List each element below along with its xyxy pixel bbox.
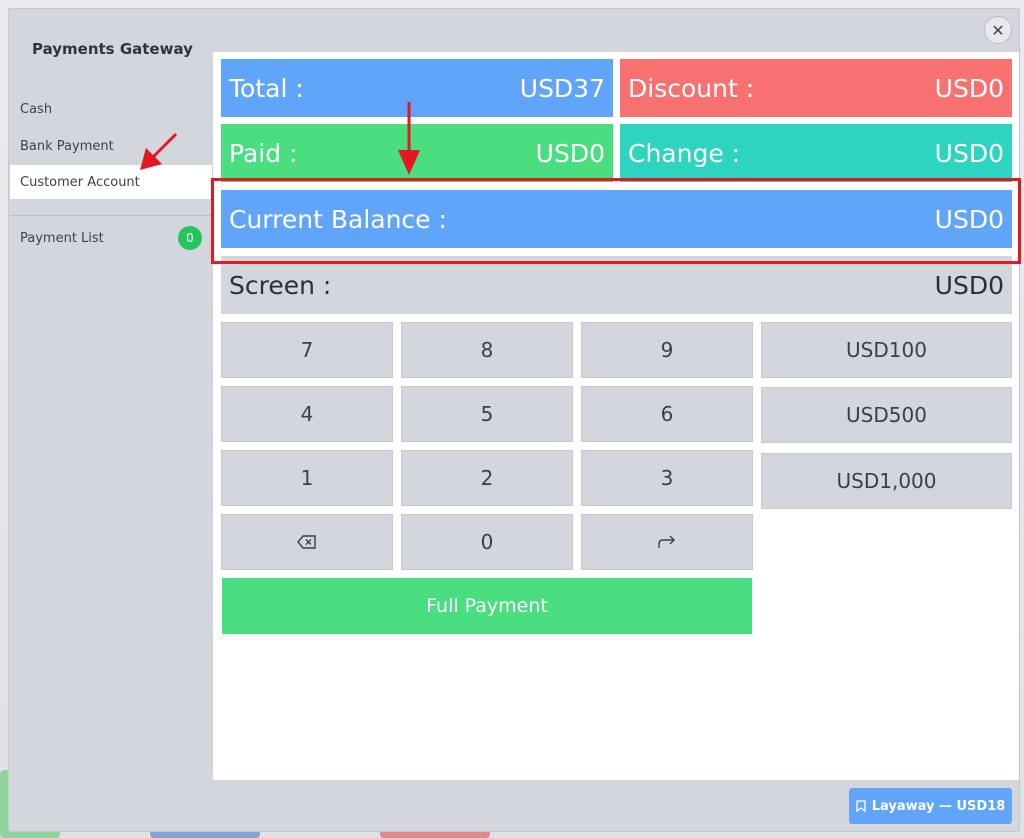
layaway-button[interactable]: Layaway — USD18 — [849, 788, 1012, 824]
screen-display: Screen : USD0 — [221, 256, 1012, 314]
close-icon: ✕ — [991, 20, 1005, 40]
discount-tile[interactable]: Discount : USD0 — [620, 59, 1012, 117]
sidebar-item-bank-payment[interactable]: Bank Payment — [10, 129, 212, 163]
screen-label: Screen : — [229, 270, 332, 300]
bookmark-icon — [856, 800, 866, 812]
backspace-key[interactable] — [221, 514, 393, 570]
key-2[interactable]: 2 — [401, 450, 573, 506]
key-3[interactable]: 3 — [581, 450, 753, 506]
paid-tile: Paid : USD0 — [221, 124, 613, 182]
close-button[interactable]: ✕ — [984, 16, 1012, 44]
key-5[interactable]: 5 — [401, 386, 573, 442]
full-payment-button[interactable]: Full Payment — [222, 578, 752, 634]
change-value: USD0 — [934, 138, 1004, 168]
sidebar-item-label: Customer Account — [20, 174, 140, 190]
discount-label: Discount : — [628, 73, 755, 103]
redo-arrow-icon — [658, 535, 675, 548]
current-balance-label: Current Balance : — [229, 204, 447, 234]
current-balance-value: USD0 — [934, 204, 1004, 234]
key-9[interactable]: 9 — [581, 322, 753, 378]
enter-key[interactable] — [581, 514, 753, 570]
screen-value: USD0 — [934, 270, 1004, 300]
sidebar-item-label: Payment List — [20, 230, 104, 246]
key-7[interactable]: 7 — [221, 322, 393, 378]
sidebar-item-label: Cash — [20, 101, 53, 117]
sidebar-divider — [10, 215, 212, 216]
paid-value: USD0 — [535, 138, 605, 168]
preset-usd100-button[interactable]: USD100 — [761, 322, 1012, 378]
key-6[interactable]: 6 — [581, 386, 753, 442]
backspace-icon — [297, 535, 316, 549]
total-label: Total : — [229, 73, 304, 103]
sidebar-item-label: Bank Payment — [20, 138, 114, 154]
preset-usd500-button[interactable]: USD500 — [761, 387, 1012, 443]
total-tile: Total : USD37 — [221, 59, 613, 117]
payment-count-badge: 0 — [178, 226, 202, 250]
preset-usd1000-button[interactable]: USD1,000 — [761, 453, 1012, 509]
key-1[interactable]: 1 — [221, 450, 393, 506]
key-4[interactable]: 4 — [221, 386, 393, 442]
discount-value: USD0 — [934, 73, 1004, 103]
current-balance-tile: Current Balance : USD0 — [221, 190, 1012, 248]
change-tile: Change : USD0 — [620, 124, 1012, 182]
key-8[interactable]: 8 — [401, 322, 573, 378]
sidebar-item-customer-account[interactable]: Customer Account — [10, 165, 212, 199]
key-0[interactable]: 0 — [401, 514, 573, 570]
paid-label: Paid : — [229, 138, 298, 168]
total-value: USD37 — [519, 73, 605, 103]
sidebar-item-cash[interactable]: Cash — [10, 92, 212, 126]
sidebar-item-payment-list[interactable]: Payment List 0 — [10, 221, 212, 255]
layaway-label: Layaway — USD18 — [871, 798, 1006, 814]
change-label: Change : — [628, 138, 741, 168]
sidebar-title: Payments Gateway — [32, 40, 193, 58]
